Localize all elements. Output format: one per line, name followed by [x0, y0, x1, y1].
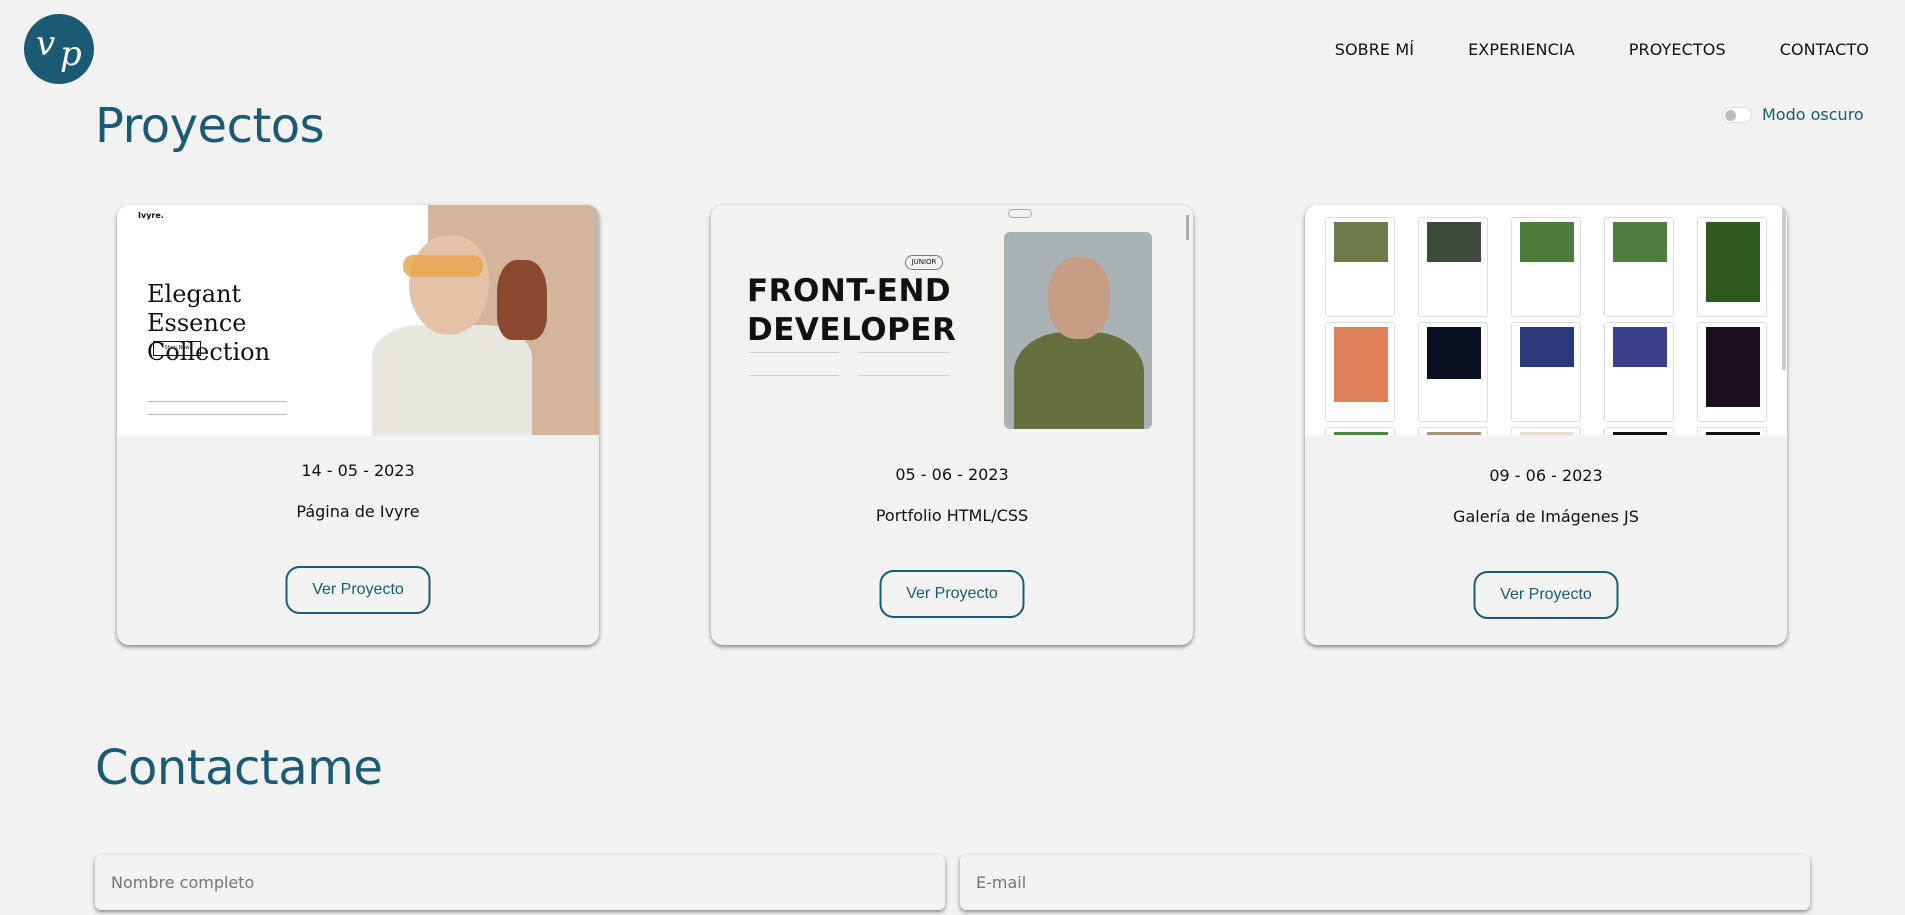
gallery-thumb: [1325, 322, 1395, 422]
dark-mode-label: Modo oscuro: [1762, 105, 1864, 124]
project-card: Ivyre. Elegant Essence Collection Shop N…: [117, 205, 599, 645]
preview-nav-pill: [1008, 209, 1032, 218]
view-project-button[interactable]: Ver Proyecto: [879, 570, 1025, 618]
gallery-thumb: [1418, 427, 1488, 435]
gallery-image: [1706, 222, 1760, 302]
preview-scrollbar: [594, 205, 597, 395]
preview-portrait: [1004, 232, 1152, 429]
project-title: Galería de Imágenes JS: [1453, 507, 1639, 526]
gallery-thumb: [1697, 427, 1767, 435]
gallery-image: [1427, 222, 1481, 262]
gallery-thumb: [1418, 322, 1488, 422]
gallery-image: [1613, 222, 1667, 262]
preview-heading: FRONT-END DEVELOPER: [747, 273, 957, 348]
gallery-image: [1706, 432, 1760, 435]
gallery-image: [1520, 222, 1574, 262]
project-card: JUNIOR FRONT-END DEVELOPER 05 - 06 - 202…: [711, 205, 1193, 645]
gallery-thumb: [1325, 217, 1395, 317]
preview-model-hair: [497, 260, 547, 340]
preview-body-text: [147, 401, 287, 415]
gallery-thumb: [1697, 322, 1767, 422]
nav-item-experiencia[interactable]: EXPERIENCIA: [1468, 40, 1575, 59]
toggle-knob: [1725, 109, 1736, 121]
preview-portrait-face: [1048, 257, 1110, 339]
site-logo[interactable]: v p: [24, 14, 94, 84]
gallery-thumb: [1418, 217, 1488, 317]
gallery-image: [1613, 327, 1667, 367]
gallery-image: [1427, 432, 1481, 435]
project-preview-image: [1305, 205, 1787, 435]
preview-badge: JUNIOR: [905, 255, 943, 270]
preview-cta: Shop Now: [153, 341, 201, 356]
gallery-image: [1334, 432, 1388, 435]
email-input[interactable]: [960, 855, 1810, 910]
gallery-thumb: [1511, 322, 1581, 422]
project-date: 14 - 05 - 2023: [301, 461, 415, 480]
gallery-image: [1334, 327, 1388, 402]
toggle-switch[interactable]: [1722, 106, 1752, 123]
gallery-thumb: [1325, 427, 1395, 435]
full-name-input[interactable]: [95, 855, 945, 910]
preview-model-glasses: [403, 255, 483, 277]
preview-scrollbar: [1186, 215, 1189, 240]
logo-letter-p: p: [60, 34, 82, 74]
preview-text-block: [749, 352, 839, 376]
preview-model-shirt: [372, 325, 532, 435]
project-preview-image: Ivyre. Elegant Essence Collection Shop N…: [117, 205, 599, 435]
contact-title: Contactame: [95, 740, 383, 796]
preview-portrait-hoodie: [1014, 332, 1144, 429]
preview-text-block: [859, 352, 949, 376]
gallery-image: [1427, 327, 1481, 379]
main-nav: SOBRE MÍ EXPERIENCIA PROYECTOS CONTACTO: [1281, 40, 1869, 59]
nav-item-proyectos[interactable]: PROYECTOS: [1629, 40, 1726, 59]
dark-mode-toggle[interactable]: Modo oscuro: [1722, 105, 1864, 124]
nav-item-contacto[interactable]: CONTACTO: [1780, 40, 1869, 59]
gallery-image: [1706, 327, 1760, 407]
preview-brand: Ivyre.: [138, 211, 164, 220]
gallery-image: [1334, 222, 1388, 262]
gallery-thumb: [1511, 427, 1581, 435]
gallery-thumb: [1604, 322, 1674, 422]
project-card: 09 - 06 - 2023 Galería de Imágenes JS Ve…: [1305, 205, 1787, 645]
project-preview-image: JUNIOR FRONT-END DEVELOPER: [711, 205, 1193, 435]
nav-item-sobre-mi[interactable]: SOBRE MÍ: [1335, 40, 1414, 59]
logo-letter-v: v: [36, 24, 56, 64]
gallery-image: [1520, 327, 1574, 367]
projects-title: Proyectos: [95, 98, 325, 154]
view-project-button[interactable]: Ver Proyecto: [285, 566, 431, 614]
gallery-thumb: [1604, 427, 1674, 435]
project-title: Página de Ivyre: [296, 502, 420, 521]
gallery-image: [1520, 432, 1574, 435]
project-date: 09 - 06 - 2023: [1489, 466, 1603, 485]
gallery-thumb: [1604, 217, 1674, 317]
gallery-thumb: [1511, 217, 1581, 317]
gallery-image: [1613, 432, 1667, 435]
gallery-thumb: [1697, 217, 1767, 317]
project-date: 05 - 06 - 2023: [895, 465, 1009, 484]
project-title: Portfolio HTML/CSS: [875, 506, 1029, 525]
preview-scrollbar: [1782, 205, 1786, 370]
preview-model-face: [409, 235, 489, 335]
view-project-button[interactable]: Ver Proyecto: [1473, 571, 1619, 619]
